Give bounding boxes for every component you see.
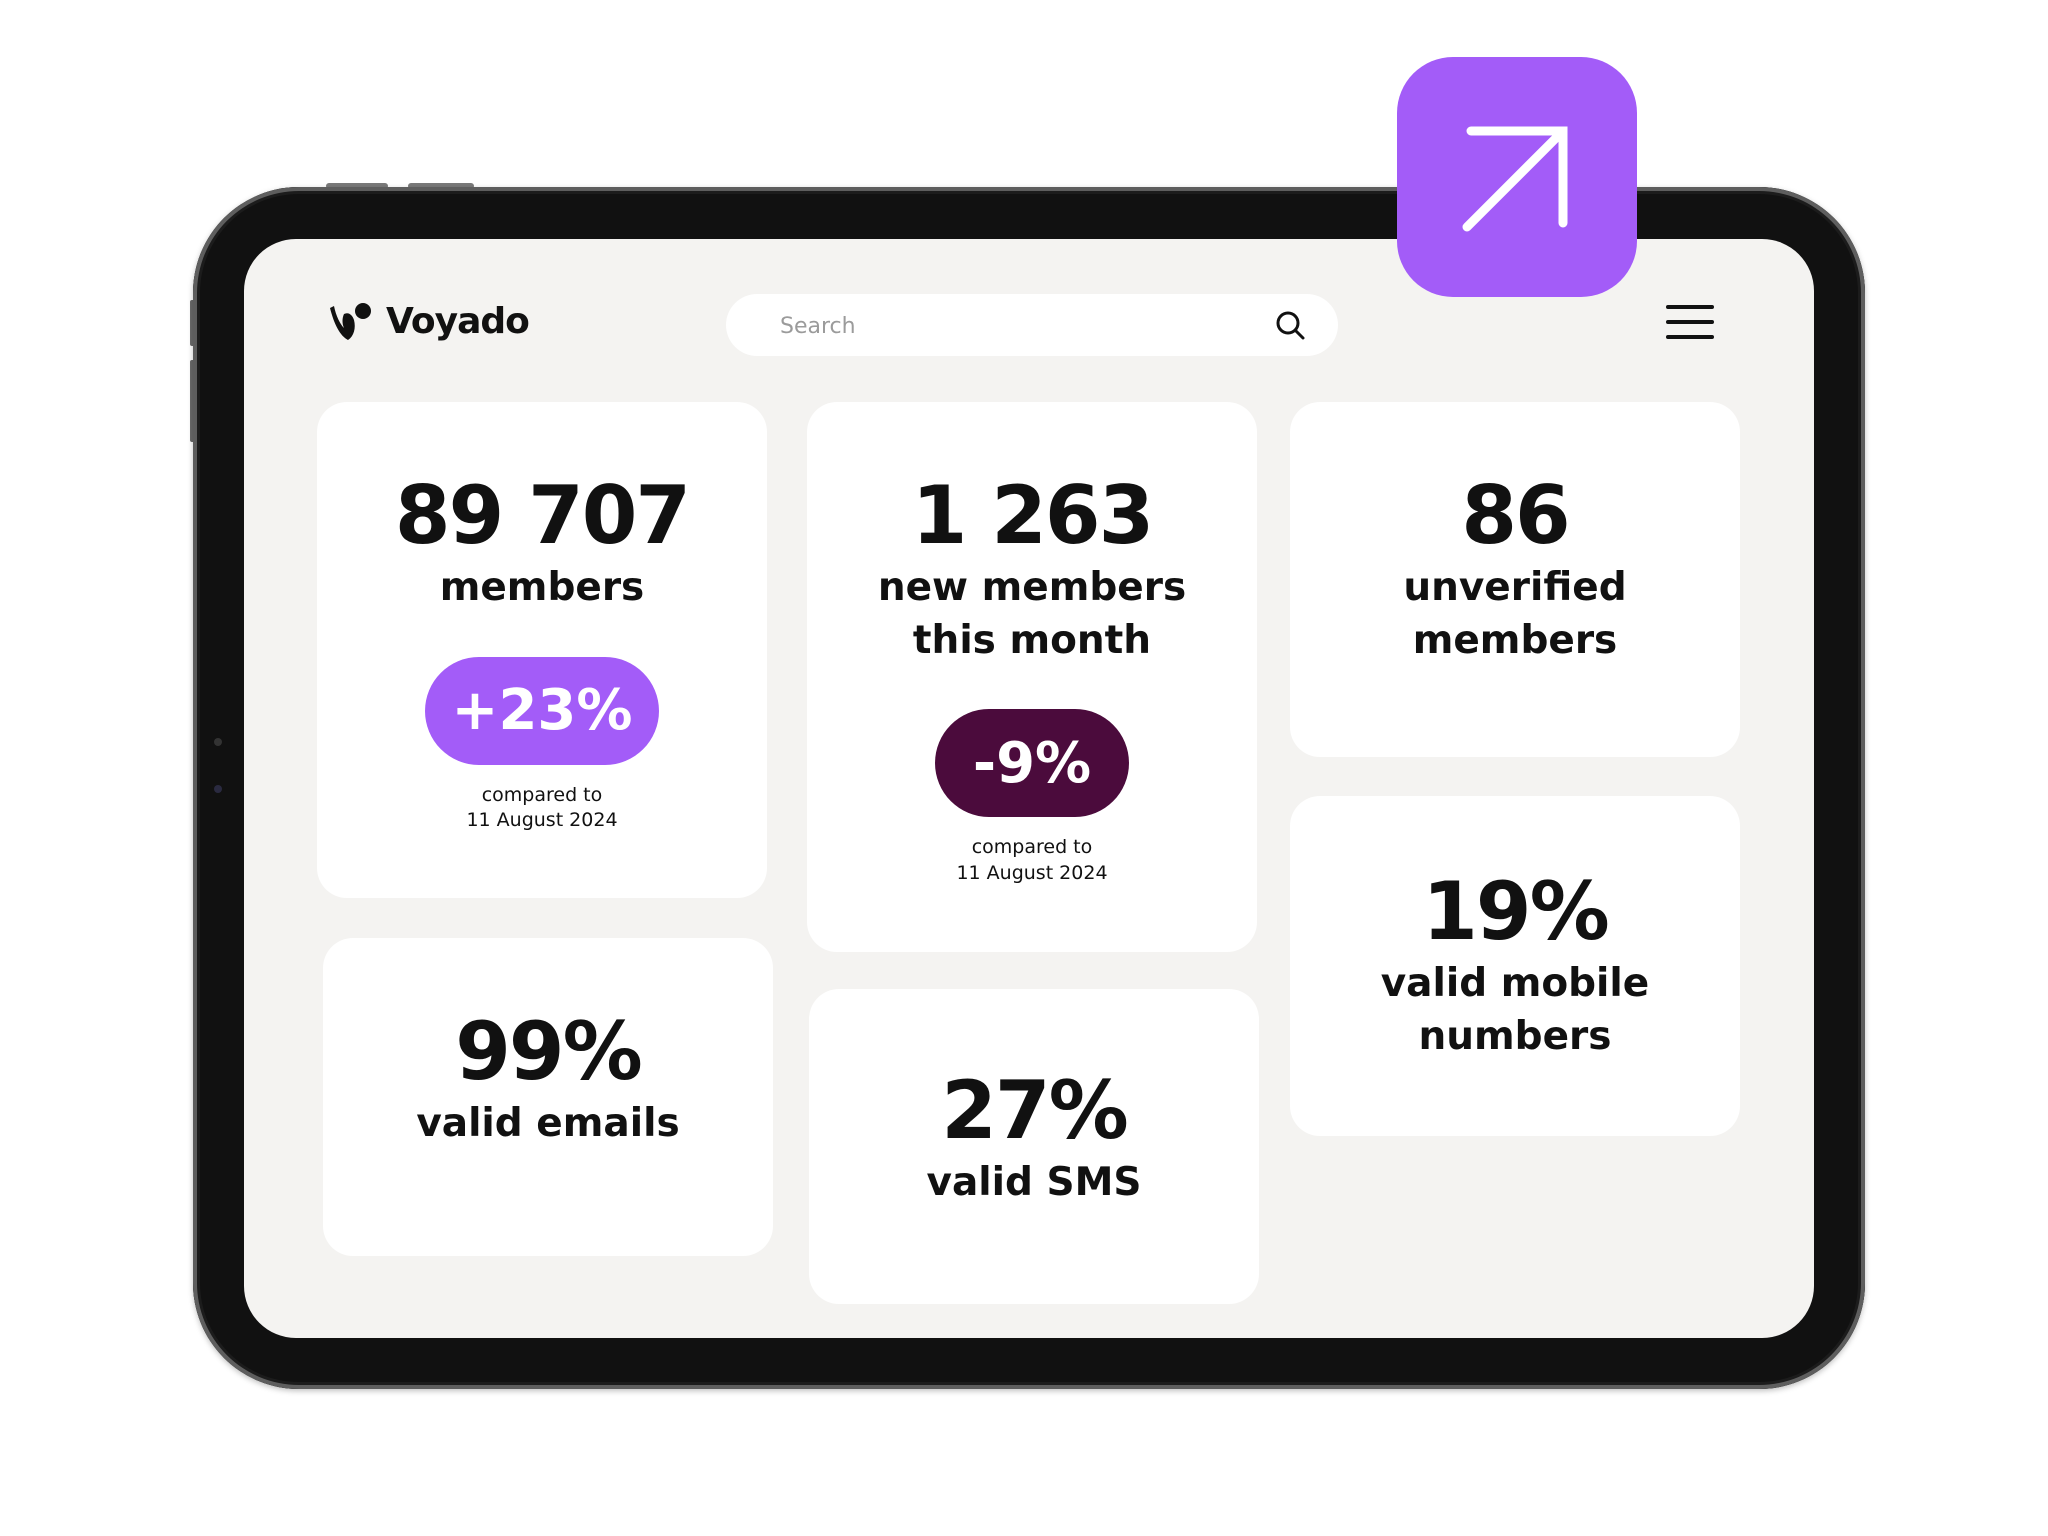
- dashboard-screen: Voyado 89 707 members +23% compared to 1…: [244, 239, 1814, 1338]
- label-line: members: [1412, 617, 1618, 663]
- valid-mobile-label: valid mobile numbers: [1381, 958, 1650, 1063]
- new-members-change-badge: -9%: [935, 709, 1129, 818]
- valid-sms-percent: 27%: [941, 1064, 1128, 1157]
- new-members-label: new members this month: [878, 562, 1186, 667]
- voyado-logo-icon: [330, 302, 371, 340]
- external-link-button[interactable]: [1397, 57, 1637, 297]
- unverified-label: unverified members: [1403, 562, 1626, 667]
- menu-line: [1666, 320, 1714, 324]
- label-line: unverified: [1403, 565, 1627, 610]
- valid-mobile-percent: 19%: [1422, 865, 1609, 958]
- menu-line: [1666, 305, 1714, 309]
- members-label: members: [439, 565, 645, 610]
- label-line: numbers: [1418, 1013, 1612, 1059]
- new-members-compare-text: compared to 11 August 2024: [956, 835, 1107, 886]
- members-change-badge: +23%: [425, 656, 659, 765]
- valid-sms-card: 27% valid SMS: [809, 989, 1259, 1304]
- valid-emails-card: 99% valid emails: [323, 938, 773, 1256]
- members-card: 89 707 members +23% compared to 11 Augus…: [317, 402, 767, 898]
- members-count: 89 707: [394, 469, 691, 562]
- valid-sms-label: valid SMS: [926, 1160, 1142, 1205]
- label-line: valid mobile: [1380, 961, 1650, 1006]
- valid-emails-label: valid emails: [416, 1101, 680, 1146]
- brand-logo[interactable]: Voyado: [328, 301, 530, 342]
- brand-name: Voyado: [386, 301, 530, 342]
- camera-dot: [214, 785, 222, 793]
- new-members-count: 1 263: [911, 469, 1155, 562]
- search-icon[interactable]: [1274, 309, 1306, 341]
- compare-line: compared to: [481, 783, 603, 806]
- compare-date: 11 August 2024: [956, 861, 1108, 884]
- search-input[interactable]: [778, 294, 1262, 358]
- valid-mobile-card: 19% valid mobile numbers: [1290, 796, 1740, 1136]
- arrow-up-right-icon: [1462, 126, 1568, 232]
- camera-dot: [214, 738, 222, 746]
- compare-line: compared to: [971, 836, 1093, 859]
- hamburger-menu-icon[interactable]: [1666, 303, 1714, 343]
- search-bar[interactable]: [726, 294, 1338, 358]
- label-line: this month: [912, 617, 1152, 663]
- members-compare-text: compared to 11 August 2024: [466, 783, 617, 834]
- menu-line: [1666, 335, 1714, 339]
- new-members-card: 1 263 new members this month -9% compare…: [807, 402, 1257, 952]
- valid-emails-percent: 99%: [455, 1005, 642, 1098]
- compare-date: 11 August 2024: [466, 809, 618, 832]
- label-line: new members: [877, 565, 1187, 610]
- unverified-count: 86: [1461, 469, 1570, 562]
- unverified-members-card: 86 unverified members: [1290, 402, 1740, 757]
